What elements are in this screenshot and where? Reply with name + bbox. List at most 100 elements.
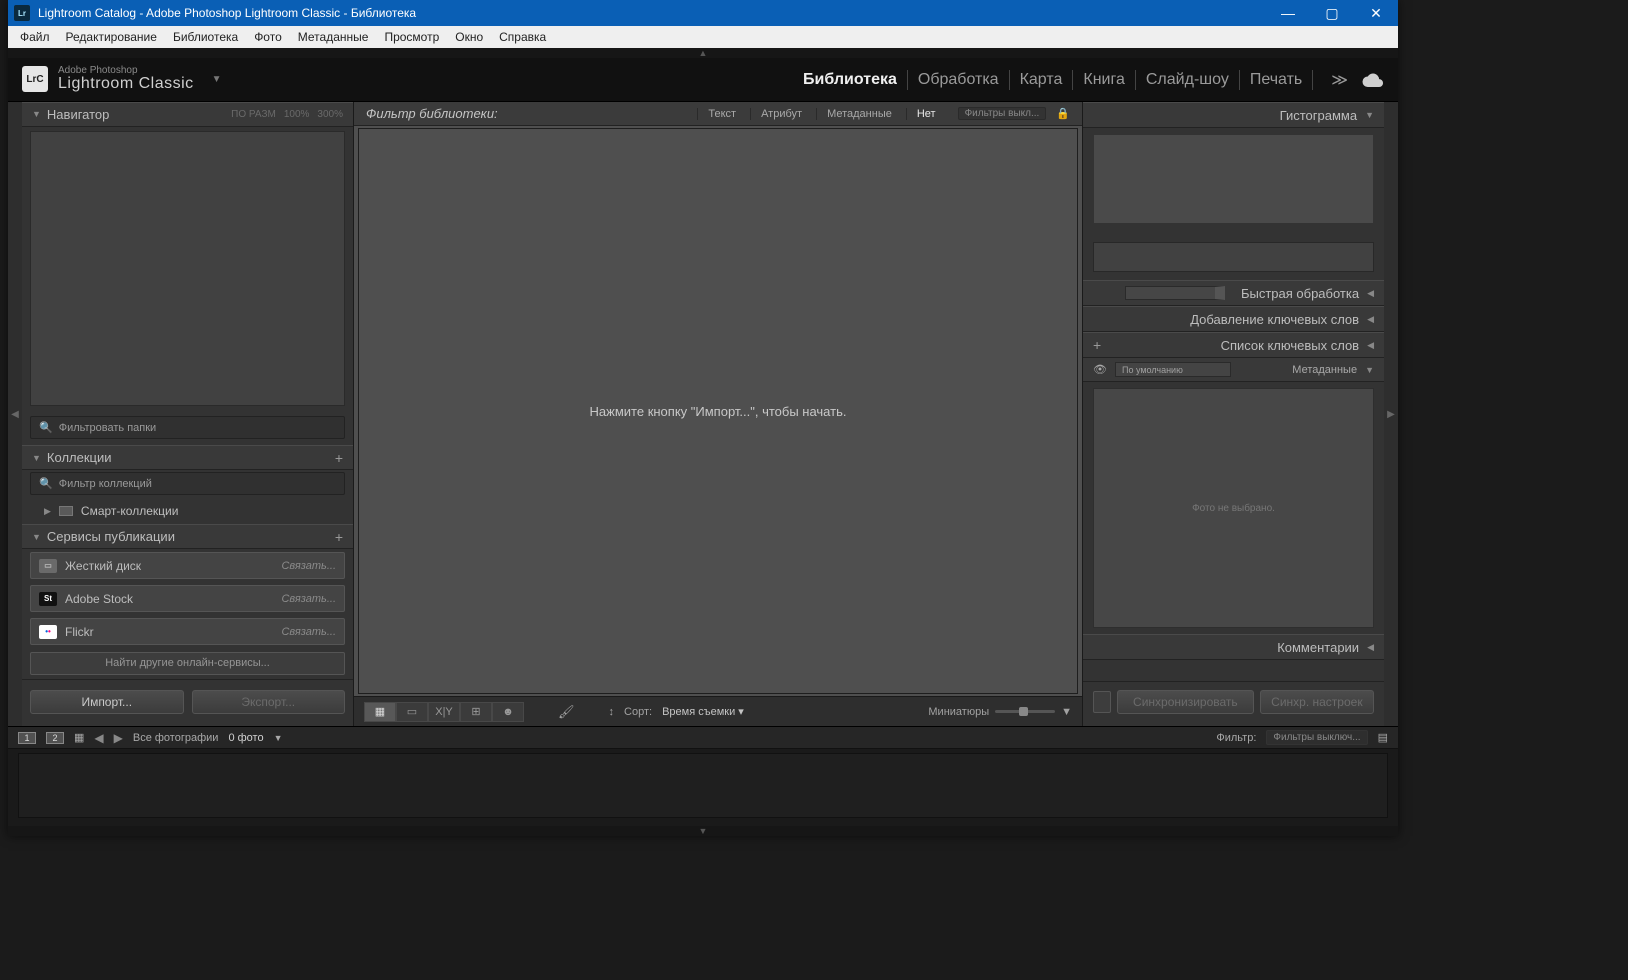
zoom-100[interactable]: 100% [284,109,310,120]
grid-area[interactable]: Нажмите кнопку "Импорт...", чтобы начать… [358,128,1078,694]
breadcrumb-dropdown-icon[interactable]: ▼ [274,733,283,743]
nav-back-icon[interactable]: ◀ [94,731,103,745]
left-panel: ▼ Навигатор ПО РАЗМ 100% 300% 🔍 Фильтров… [22,102,354,726]
publish-item-adobestock[interactable]: St Adobe Stock Связать... [30,585,345,612]
publish-setup-link[interactable]: Связать... [281,560,336,572]
filter-none[interactable]: Нет [906,108,946,120]
grid-shortcut-icon[interactable]: ▦ [74,731,84,744]
module-develop[interactable]: Обработка [918,71,999,89]
metadata-preset-dropdown[interactable]: По умолчанию [1115,362,1231,377]
menu-metadata[interactable]: Метаданные [290,28,377,46]
menu-edit[interactable]: Редактирование [58,28,165,46]
menu-file[interactable]: Файл [12,28,58,46]
filter-preset-dropdown[interactable]: Фильтры выкл... [958,107,1047,120]
titlebar[interactable]: Lr Lightroom Catalog - Adobe Photoshop L… [8,0,1398,26]
zoom-fit[interactable]: ПО РАЗМ [231,109,276,120]
sync-button[interactable]: Синхронизировать [1117,690,1254,714]
sync-toggle-icon[interactable] [1093,691,1111,713]
folder-filter-input[interactable]: 🔍 Фильтровать папки [30,416,345,439]
filmstrip-filter-preset[interactable]: Фильтры выключ... [1266,730,1367,745]
filmstrip-thumbnails[interactable] [18,753,1388,818]
filter-text[interactable]: Текст [697,108,746,120]
adobestock-icon: St [39,592,57,606]
view-grid-button[interactable]: ▦ [364,702,396,722]
collection-set-icon [59,506,73,516]
module-slideshow[interactable]: Слайд-шоу [1146,71,1229,89]
view-people-button[interactable]: ☻ [492,702,524,722]
smart-collections-item[interactable]: ▶ Смарт-коллекции [22,501,353,524]
quick-develop-header[interactable]: Быстрая обработка ◀ [1083,280,1384,306]
sort-direction-icon[interactable]: ↕ [609,706,615,718]
comments-header[interactable]: Комментарии ◀ [1083,634,1384,660]
add-publish-service-button[interactable]: + [335,529,343,545]
view-loupe-button[interactable]: ▭ [396,702,428,722]
module-map[interactable]: Карта [1020,71,1063,89]
collapse-left-panel[interactable]: ◀ [8,102,22,726]
painter-tool-icon[interactable]: 🖌 [558,704,575,720]
add-collection-button[interactable]: + [335,450,343,466]
breadcrumb[interactable]: Все фотографии [133,732,219,744]
eye-icon[interactable]: 👁 [1093,363,1107,376]
histogram-header[interactable]: Гистограмма ▼ [1083,102,1384,128]
sort-dropdown[interactable]: Время съемки ▾ [662,705,744,718]
screen-2-button[interactable]: 2 [46,732,64,744]
publish-header[interactable]: ▼ Сервисы публикации + [22,524,353,549]
center-content: Фильтр библиотеки: Текст Атрибут Метадан… [354,102,1082,726]
export-button[interactable]: Экспорт... [192,690,346,714]
module-library[interactable]: Библиотека [803,71,897,89]
cloud-sync-icon[interactable] [1362,73,1384,87]
view-survey-button[interactable]: ⊞ [460,702,492,722]
module-print[interactable]: Печать [1250,71,1302,89]
toolbar-menu-icon[interactable]: ▼ [1061,706,1072,718]
keyword-list-title: Список ключевых слов [1221,338,1359,353]
zoom-300[interactable]: 300% [317,109,343,120]
import-button[interactable]: Импорт... [30,690,184,714]
view-compare-button[interactable]: X|Y [428,702,460,722]
maximize-button[interactable]: ▢ [1310,0,1354,26]
library-filter-bar: Фильтр библиотеки: Текст Атрибут Метадан… [354,102,1082,126]
nav-forward-icon[interactable]: ▶ [114,731,123,745]
menu-view[interactable]: Просмотр [376,28,447,46]
chevron-left-icon: ◀ [1367,642,1374,653]
harddrive-icon: ▭ [39,559,57,573]
filter-attribute[interactable]: Атрибут [750,108,812,120]
brand[interactable]: LrC Adobe Photoshop Lightroom Classic ▼ [22,66,222,93]
close-button[interactable]: ✕ [1354,0,1398,26]
keyword-list-header[interactable]: + Список ключевых слов ◀ [1083,332,1384,358]
publish-item-harddrive[interactable]: ▭ Жесткий диск Связать... [30,552,345,579]
collections-title: Коллекции [47,450,112,465]
keywording-title: Добавление ключевых слов [1190,312,1359,327]
metadata-header[interactable]: 👁 По умолчанию Метаданные ▼ [1083,358,1384,382]
menu-window[interactable]: Окно [447,28,491,46]
menu-photo[interactable]: Фото [246,28,290,46]
publish-setup-link[interactable]: Связать... [281,626,336,638]
identity-plate-dropdown-icon[interactable]: ▼ [212,74,222,85]
publish-setup-link[interactable]: Связать... [281,593,336,605]
quick-develop-title: Быстрая обработка [1241,286,1359,301]
module-book[interactable]: Книга [1083,71,1124,89]
collapse-filmstrip[interactable]: ▼ [8,826,1398,836]
menu-library[interactable]: Библиотека [165,28,246,46]
publish-item-flickr[interactable]: •• Flickr Связать... [30,618,345,645]
keywording-header[interactable]: Добавление ключевых слов ◀ [1083,306,1384,332]
search-icon: 🔍 [39,477,53,490]
thumbnail-size-slider[interactable] [995,710,1055,713]
publish-item-label: Flickr [65,625,273,639]
find-more-services-button[interactable]: Найти другие онлайн-сервисы... [30,652,345,675]
collection-filter-input[interactable]: 🔍 Фильтр коллекций [30,472,345,495]
filter-metadata[interactable]: Метаданные [816,108,902,120]
quick-develop-preset-icon[interactable] [1125,286,1225,300]
module-overflow-icon[interactable]: ≫ [1331,70,1348,90]
screen-1-button[interactable]: 1 [18,732,36,744]
minimize-button[interactable]: — [1266,0,1310,26]
sync-settings-button[interactable]: Синхр. настроек [1260,690,1374,714]
collections-header[interactable]: ▼ Коллекции + [22,445,353,470]
add-keyword-icon[interactable]: + [1093,337,1101,353]
collapse-top-panel[interactable]: ▲ [8,48,1398,58]
chevron-down-icon: ▼ [1365,110,1374,120]
collapse-right-panel[interactable]: ▶ [1384,102,1398,726]
menu-help[interactable]: Справка [491,28,554,46]
navigator-header[interactable]: ▼ Навигатор ПО РАЗМ 100% 300% [22,102,353,127]
lock-icon[interactable]: 🔒 [1056,107,1070,120]
filmstrip-filter-toggle-icon[interactable]: ▤ [1378,731,1388,744]
